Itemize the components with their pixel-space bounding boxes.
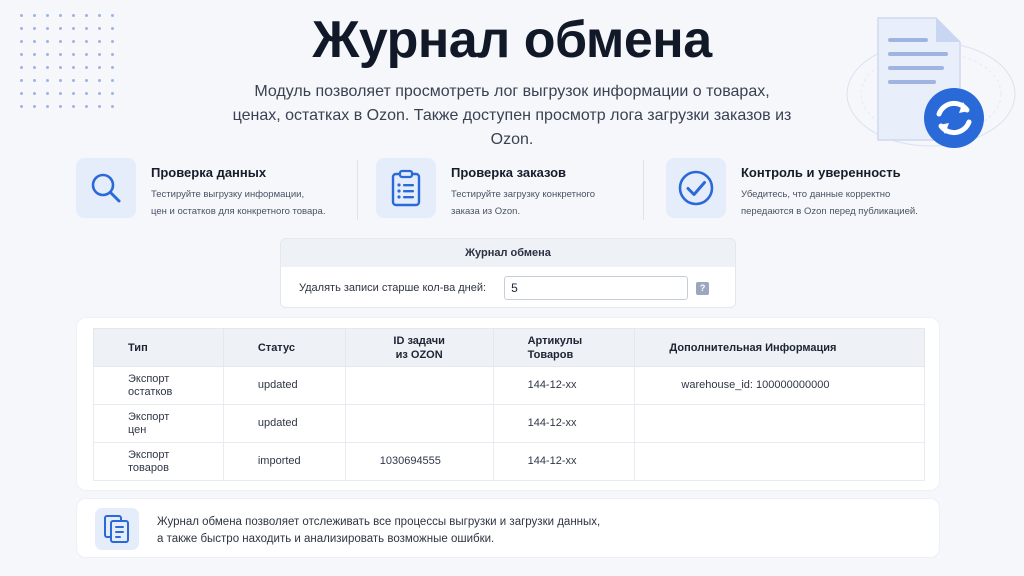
column-header-articles[interactable]: Артикулы Товаров (492, 328, 636, 367)
delete-days-input[interactable] (504, 276, 689, 300)
decorative-dot (59, 105, 62, 108)
decorative-dot (72, 105, 75, 108)
column-header-line: Товаров (527, 348, 574, 361)
feature-data-check: Проверка данных Тестируйте выгрузку инфо… (76, 158, 325, 222)
decorative-dot (98, 92, 101, 95)
decorative-dot (33, 105, 36, 108)
cell-type-line: остатков (128, 385, 173, 398)
cell-articles: 144-12-xx (492, 404, 636, 443)
decorative-dot (111, 105, 114, 108)
exchange-log-settings-panel: Журнал обмена Удалять записи старше кол-… (280, 238, 736, 308)
cell-task-id: 1030694555 (344, 442, 494, 481)
cell-type: Экспорт цен (93, 404, 224, 443)
document-sync-icon (846, 17, 1016, 148)
exchange-log-table-card: Тип Статус ID задачи из OZON Артикулы То… (76, 317, 940, 491)
feature-description-line: Тестируйте загрузку конкретного (451, 189, 596, 200)
feature-title: Контроль и уверенность (741, 165, 901, 180)
info-note-line: Журнал обмена позволяет отслеживать все … (157, 516, 601, 528)
decorative-dot (33, 92, 36, 95)
check-circle-icon (666, 158, 726, 218)
table-row[interactable]: Экспорт остатков updated 144-12-xx wareho… (93, 366, 925, 405)
decorative-dot (85, 105, 88, 108)
feature-description-line: передаются в Ozon перед публикацией. (741, 206, 918, 217)
table-row[interactable]: Экспорт цен updated 144-12-xx (93, 404, 925, 443)
column-header-line: ID задачи (393, 334, 445, 347)
decorative-dot (72, 79, 75, 82)
page-subtitle: Модуль позволяет просмотреть лог выгрузо… (212, 80, 812, 152)
decorative-dot (85, 92, 88, 95)
divider (357, 160, 358, 220)
table-header-row: Тип Статус ID задачи из OZON Артикулы То… (93, 328, 925, 367)
cell-info (634, 442, 925, 481)
decorative-dot (59, 79, 62, 82)
decorative-dot (20, 105, 23, 108)
decorative-dot (98, 105, 101, 108)
column-header-type[interactable]: Тип (93, 328, 224, 367)
info-note-line: а также быстро находить и анализировать … (157, 533, 495, 545)
decorative-dot (33, 79, 36, 82)
cell-type: Экспорт остатков (93, 366, 224, 405)
documents-list-icon (95, 508, 139, 550)
info-note-text: Журнал обмена позволяет отслеживать все … (157, 514, 600, 548)
cell-type-line: Экспорт (128, 448, 170, 461)
cell-type-line: Экспорт (128, 410, 170, 423)
column-header-task-id[interactable]: ID задачи из OZON (344, 328, 494, 367)
column-header-line: Артикулы (527, 334, 583, 347)
cell-info (634, 404, 925, 443)
settings-panel-title: Журнал обмена (281, 239, 735, 267)
subtitle-line: ценах, остатках в Ozon. Также доступен п… (232, 107, 792, 148)
cell-info: warehouse_id: 100000000000 (634, 366, 925, 405)
feature-description-line: Убедитесь, что данные корректно (741, 189, 891, 200)
feature-title: Проверка данных (151, 165, 267, 180)
cell-task-id (344, 366, 494, 405)
column-header-line: из OZON (395, 348, 443, 361)
decorative-dot (111, 92, 114, 95)
decorative-dot (46, 105, 49, 108)
info-note: Журнал обмена позволяет отслеживать все … (76, 498, 940, 558)
column-header-status[interactable]: Статус (222, 328, 346, 367)
feature-description-line: цен и остатков для конкретного товара. (151, 206, 326, 217)
feature-description-line: заказа из Ozon. (451, 206, 521, 217)
feature-description: Тестируйте загрузку конкретного заказа и… (451, 186, 595, 220)
decorative-dot (20, 92, 23, 95)
cell-articles: 144-12-xx (492, 366, 636, 405)
decorative-dot (98, 79, 101, 82)
table-row[interactable]: Экспорт товаров imported 1030694555 144-1… (93, 442, 925, 481)
clipboard-list-icon (376, 158, 436, 218)
cell-task-id (344, 404, 494, 443)
feature-title: Проверка заказов (451, 165, 567, 180)
feature-description: Убедитесь, что данные корректно передают… (741, 186, 918, 220)
column-header-info[interactable]: Дополнительная Информация (634, 328, 925, 367)
decorative-dot (111, 79, 114, 82)
cell-articles: 144-12-xx (492, 442, 636, 481)
decorative-dot (46, 92, 49, 95)
search-icon (76, 158, 136, 218)
feature-description-line: Тестируйте выгрузку информации, (151, 189, 305, 200)
cell-type-line: товаров (128, 461, 169, 474)
features-row: Проверка данных Тестируйте выгрузку инфо… (76, 158, 956, 222)
delete-older-than-label: Удалять записи старше кол-ва дней: (299, 282, 487, 294)
cell-status: imported (222, 442, 346, 481)
cell-type-line: Экспорт (128, 372, 170, 385)
cell-type: Экспорт товаров (93, 442, 224, 481)
decorative-dot (85, 79, 88, 82)
feature-description: Тестируйте выгрузку информации, цен и ос… (151, 186, 325, 220)
exchange-log-table: Тип Статус ID задачи из OZON Артикулы То… (93, 328, 925, 481)
cell-type-line: цен (128, 423, 147, 436)
help-icon[interactable]: ? (696, 281, 710, 295)
divider (643, 160, 644, 220)
feature-orders-check: Проверка заказов Тестируйте загрузку кон… (376, 158, 595, 222)
decorative-dot (20, 79, 23, 82)
cell-status: updated (222, 404, 346, 443)
decorative-dot (59, 92, 62, 95)
decorative-dot (46, 79, 49, 82)
decorative-dot (72, 92, 75, 95)
cell-status: updated (222, 366, 346, 405)
feature-control: Контроль и уверенность Убедитесь, что да… (666, 158, 918, 222)
subtitle-line: Модуль позволяет просмотреть лог выгрузо… (254, 83, 770, 100)
